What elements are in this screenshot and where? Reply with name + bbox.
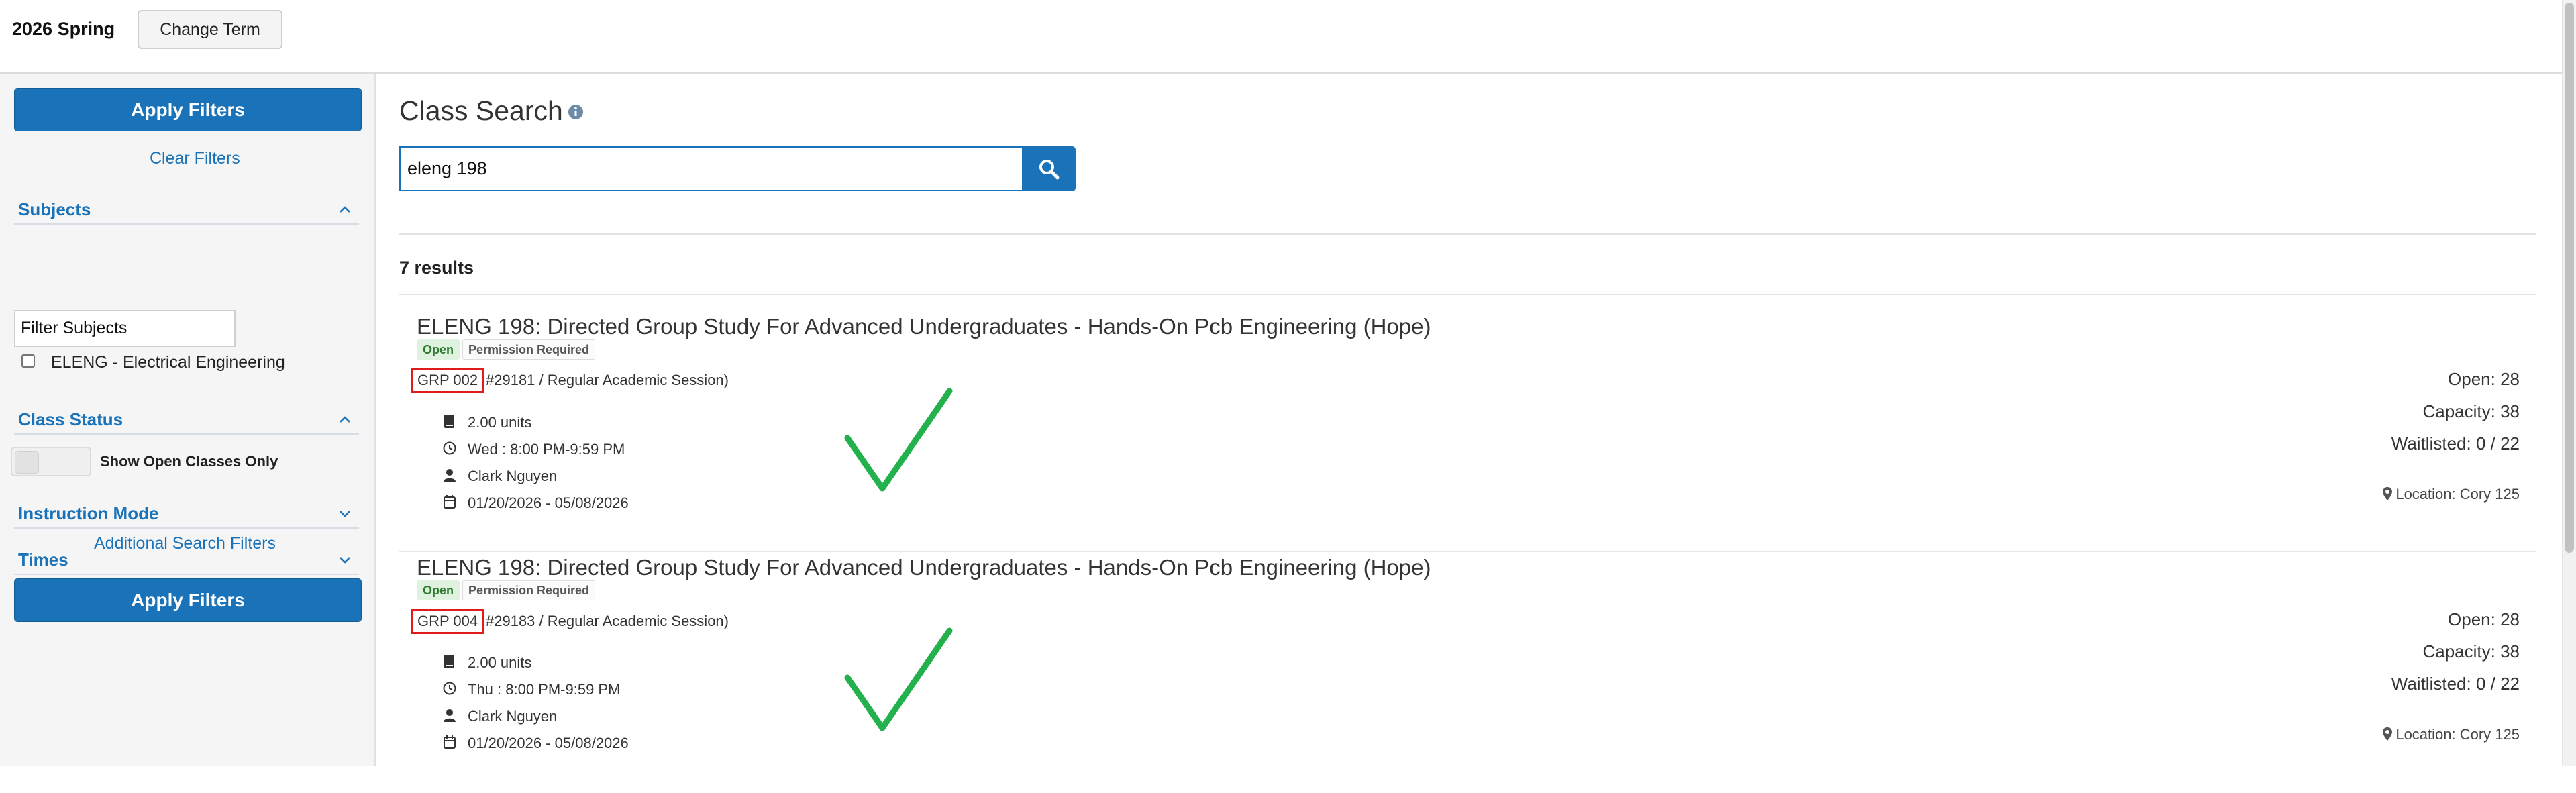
clear-filters-link[interactable]: Clear Filters xyxy=(150,149,240,168)
dates-text: 01/20/2026 - 05/08/2026 xyxy=(468,735,629,751)
divider xyxy=(399,233,2536,235)
clock-icon xyxy=(443,441,456,455)
instructor-text: Clark Nguyen xyxy=(468,468,558,484)
open-classes-toggle[interactable] xyxy=(11,447,91,476)
instruction-mode-title: Instruction Mode xyxy=(18,503,159,523)
schedule-text: Wed : 8:00 PM-9:59 PM xyxy=(468,441,625,458)
current-term: 2026 Spring xyxy=(12,19,115,39)
schedule-text: Thu : 8:00 PM-9:59 PM xyxy=(468,681,621,698)
capacity: Capacity: 38 xyxy=(2422,641,2520,662)
class-number-session: #29181 / Regular Academic Session) xyxy=(486,372,729,388)
map-pin-icon xyxy=(2383,487,2393,500)
eleng-subject-label: ELENG - Electrical Engineering xyxy=(51,353,285,372)
book-icon xyxy=(444,415,454,428)
main-content: Class Search eleng 198 7 results ELENG 1… xyxy=(376,74,2576,766)
dates-text: 01/20/2026 - 05/08/2026 xyxy=(468,494,629,511)
chevron-down-icon xyxy=(340,511,350,517)
instruction-mode-section-header[interactable]: Instruction Mode xyxy=(14,502,359,529)
open-seats: Open: 28 xyxy=(2448,609,2520,629)
subjects-section-header[interactable]: Subjects xyxy=(14,198,359,225)
status-badge: Open xyxy=(417,580,460,600)
search-button[interactable] xyxy=(1022,146,1076,191)
location-info: Location: Cory 125 xyxy=(2382,486,2520,503)
location-text: Location: Cory 125 xyxy=(2395,726,2520,743)
location-info: Location: Cory 125 xyxy=(2382,726,2520,743)
class-search-input[interactable]: eleng 198 xyxy=(399,146,1022,191)
class-status-section-header[interactable]: Class Status xyxy=(14,408,359,435)
eleng-subject-checkbox[interactable] xyxy=(21,354,35,368)
clock-icon xyxy=(443,682,456,695)
divider xyxy=(399,551,2536,552)
course-title[interactable]: ELENG 198: Directed Group Study For Adva… xyxy=(417,555,1431,580)
info-icon[interactable] xyxy=(568,104,584,120)
user-icon xyxy=(444,709,456,722)
calendar-icon xyxy=(444,735,456,749)
status-badge: Open xyxy=(417,339,460,360)
scrollbar-thumb[interactable] xyxy=(2565,3,2574,553)
units-text: 2.00 units xyxy=(468,654,532,671)
chevron-up-icon xyxy=(340,416,350,423)
permission-badge: Permission Required xyxy=(462,580,596,600)
top-bar: 2026 Spring Change Term xyxy=(0,0,2576,74)
location-text: Location: Cory 125 xyxy=(2395,486,2520,503)
waitlisted: Waitlisted: 0 / 22 xyxy=(2391,674,2520,694)
section-number-highlight: GRP 002 xyxy=(411,368,485,393)
results-count: 7 results xyxy=(399,258,474,278)
filter-subjects-input[interactable]: Filter Subjects xyxy=(14,310,236,347)
toggle-knob xyxy=(15,451,39,474)
chevron-up-icon xyxy=(340,206,350,213)
chevron-down-icon xyxy=(340,557,350,564)
calendar-icon xyxy=(444,495,456,509)
class-status-title: Class Status xyxy=(18,409,123,429)
capacity: Capacity: 38 xyxy=(2422,401,2520,421)
filter-sidebar: Apply Filters Clear Filters Subjects Fil… xyxy=(0,74,376,766)
instructor-text: Clark Nguyen xyxy=(468,708,558,725)
permission-badge: Permission Required xyxy=(462,339,596,360)
page-scrollbar[interactable] xyxy=(2562,0,2576,766)
section-number-highlight: GRP 004 xyxy=(411,609,485,634)
map-pin-icon xyxy=(2383,727,2393,741)
open-classes-toggle-label: Show Open Classes Only xyxy=(100,453,278,470)
times-title: Times xyxy=(18,549,68,570)
units-text: 2.00 units xyxy=(468,414,532,431)
apply-filters-bottom-button[interactable]: Apply Filters xyxy=(14,578,362,622)
change-term-button[interactable]: Change Term xyxy=(138,10,282,49)
result-card[interactable]: ELENG 198: Directed Group Study For Adva… xyxy=(399,555,2536,793)
page-title: Class Search xyxy=(399,95,563,126)
checkmark-annotation xyxy=(844,388,953,492)
apply-filters-button[interactable]: Apply Filters xyxy=(14,88,362,131)
course-title[interactable]: ELENG 198: Directed Group Study For Adva… xyxy=(417,314,1431,339)
class-number-session: #29183 / Regular Academic Session) xyxy=(486,613,729,629)
user-icon xyxy=(444,469,456,482)
result-card[interactable]: ELENG 198: Directed Group Study For Adva… xyxy=(399,314,2536,552)
divider xyxy=(399,294,2536,295)
subjects-title: Subjects xyxy=(18,199,91,219)
checkmark-annotation xyxy=(844,627,953,731)
additional-search-filters-link[interactable]: Additional Search Filters xyxy=(94,534,276,553)
search-icon xyxy=(1039,159,1060,179)
book-icon xyxy=(444,655,454,668)
open-seats: Open: 28 xyxy=(2448,369,2520,389)
waitlisted: Waitlisted: 0 / 22 xyxy=(2391,433,2520,454)
